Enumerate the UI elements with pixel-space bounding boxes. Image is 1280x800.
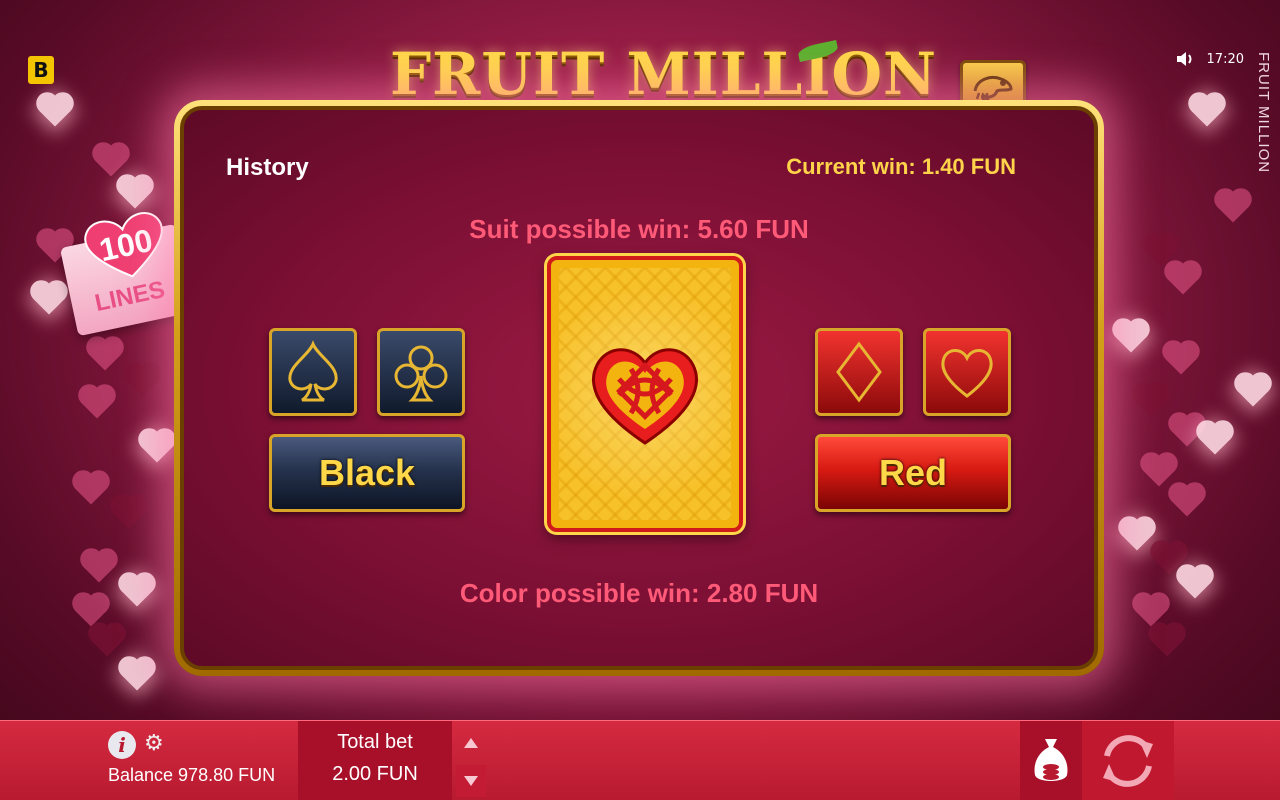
lines-badge: 100 LINES xyxy=(59,205,195,337)
money-bag-icon xyxy=(1034,739,1068,781)
bet-decrease-button[interactable] xyxy=(456,765,486,797)
spade-button[interactable] xyxy=(269,328,357,416)
heart-button[interactable] xyxy=(923,328,1011,416)
history-label[interactable]: History xyxy=(226,154,309,182)
clock: 17:20 xyxy=(1206,51,1244,67)
status-bar: 17:20 xyxy=(1175,50,1244,68)
gamble-panel: History Current win: 1.40 FUN Suit possi… xyxy=(180,106,1098,670)
brand-logo: B xyxy=(28,56,54,84)
info-icon[interactable]: i xyxy=(108,731,136,759)
club-icon xyxy=(394,345,448,402)
vertical-game-title: FRUIT MILLION xyxy=(1255,52,1272,174)
suit-possible-win: Suit possible win: 5.60 FUN xyxy=(469,214,809,244)
speaker-icon[interactable] xyxy=(1175,50,1195,68)
spin-button[interactable] xyxy=(1082,721,1174,800)
total-bet-label: Total bet xyxy=(337,731,413,753)
gamble-card xyxy=(547,256,743,532)
red-button[interactable]: Red xyxy=(815,434,1011,512)
bet-stepper xyxy=(452,721,488,800)
total-bet-value: 2.00 FUN xyxy=(332,763,418,785)
black-button[interactable]: Black xyxy=(269,434,465,512)
chameleon-icon xyxy=(973,76,1013,102)
heart-suit-icon xyxy=(941,349,993,398)
balance: Balance 978.80 FUN xyxy=(108,765,276,785)
club-button[interactable] xyxy=(377,328,465,416)
refresh-icon xyxy=(1103,735,1153,787)
diamond-button[interactable] xyxy=(815,328,903,416)
current-win: Current win: 1.40 FUN xyxy=(786,154,1016,179)
triangle-up-icon xyxy=(464,738,478,748)
gamble-panel-frame: History Current win: 1.40 FUN Suit possi… xyxy=(174,100,1104,676)
gear-icon[interactable]: ⚙ xyxy=(144,733,166,755)
spade-icon xyxy=(288,340,338,402)
color-possible-win: Color possible win: 2.80 FUN xyxy=(459,578,819,608)
diamond-icon xyxy=(836,341,882,403)
total-bet: Total bet 2.00 FUN xyxy=(298,721,452,800)
collect-button[interactable] xyxy=(1020,721,1082,800)
bottom-bar: i ⚙ Balance 978.80 FUN Total bet 2.00 FU… xyxy=(0,720,1280,800)
celtic-heart-icon xyxy=(592,348,698,445)
bet-increase-button[interactable] xyxy=(456,727,486,759)
triangle-down-icon xyxy=(464,776,478,786)
